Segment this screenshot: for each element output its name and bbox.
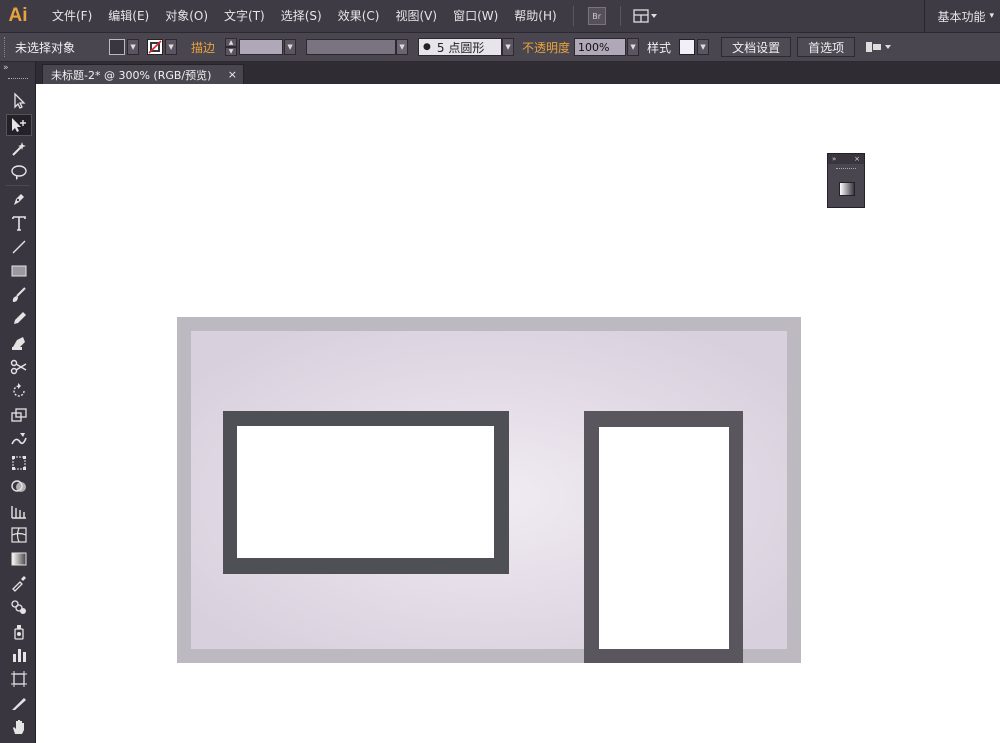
tools-panel: » bbox=[0, 62, 36, 743]
panel-close-icon[interactable]: × bbox=[854, 154, 860, 164]
pencil-tool-icon[interactable] bbox=[6, 308, 32, 330]
document-setup-button[interactable]: 文档设置 bbox=[721, 37, 792, 57]
stroke-weight-stepper[interactable]: ▲ ▼ bbox=[225, 38, 238, 56]
brush-dot-icon: ● bbox=[423, 42, 431, 52]
scale-tool-icon[interactable] bbox=[6, 404, 32, 426]
stroke-color-swatch[interactable]: ▼ bbox=[147, 39, 178, 55]
gradient-tool-icon[interactable] bbox=[6, 548, 32, 570]
free-transform-tool-icon[interactable] bbox=[6, 452, 32, 474]
graphic-style-swatch[interactable] bbox=[679, 39, 696, 55]
floating-gradient-panel[interactable]: » × bbox=[827, 153, 865, 208]
panel-grip bbox=[836, 168, 856, 170]
brush-definition-field[interactable]: ● 5 点圆形 bbox=[418, 38, 503, 56]
stroke-weight-field[interactable] bbox=[239, 39, 284, 55]
arrange-panels-button[interactable] bbox=[865, 40, 893, 54]
fill-dropdown-arrow[interactable]: ▼ bbox=[127, 39, 140, 55]
menu-file[interactable]: 文件(F) bbox=[44, 0, 100, 32]
blob-brush-tool-icon[interactable] bbox=[6, 332, 32, 354]
direct-selection-tool-icon[interactable] bbox=[6, 114, 32, 136]
magic-wand-tool-icon[interactable] bbox=[6, 138, 32, 160]
eyedropper-tool-icon[interactable] bbox=[6, 572, 32, 594]
menu-divider bbox=[619, 6, 621, 26]
selection-status: 未选择对象 bbox=[15, 40, 76, 55]
menu-bar: Ai 文件(F) 编辑(E) 对象(O) 文字(T) 选择(S) 效果(C) 视… bbox=[0, 0, 1000, 32]
menu-type[interactable]: 文字(T) bbox=[216, 0, 273, 32]
document-tab-bar: 未标题-2* @ 300% (RGB/预览) × bbox=[0, 62, 1000, 84]
bridge-icon-label: Br bbox=[592, 11, 602, 21]
preferences-label: 首选项 bbox=[808, 40, 845, 55]
stepper-down-icon[interactable]: ▼ bbox=[225, 47, 238, 56]
panel-expand-icon[interactable]: » bbox=[832, 154, 836, 164]
rotate-tool-icon[interactable] bbox=[6, 380, 32, 402]
fill-swatch-box bbox=[109, 39, 126, 55]
tools-divider bbox=[6, 185, 30, 186]
type-tool-icon[interactable] bbox=[6, 212, 32, 234]
graphic-style-dropdown[interactable]: ▼ bbox=[697, 39, 710, 55]
opacity-field[interactable]: 100% bbox=[574, 38, 627, 56]
menu-view[interactable]: 视图(V) bbox=[387, 0, 445, 32]
paintbrush-tool-icon[interactable] bbox=[6, 284, 32, 306]
app-logo: Ai bbox=[8, 5, 28, 26]
warp-tool-icon[interactable] bbox=[6, 428, 32, 450]
opacity-label[interactable]: 不透明度 bbox=[522, 39, 570, 56]
align-panel-icon bbox=[866, 42, 892, 52]
stroke-dropdown-arrow[interactable]: ▼ bbox=[165, 39, 178, 55]
mesh-tool-icon[interactable] bbox=[6, 524, 32, 546]
scissors-tool-icon[interactable] bbox=[6, 356, 32, 378]
menu-items: 文件(F) 编辑(E) 对象(O) 文字(T) 选择(S) 效果(C) 视图(V… bbox=[44, 0, 565, 32]
slice-tool-icon[interactable] bbox=[6, 692, 32, 714]
tools-grip bbox=[8, 78, 28, 79]
brush-dropdown[interactable]: ▼ bbox=[502, 38, 515, 56]
workspace-arrow: ▾ bbox=[989, 11, 994, 21]
stroke-label[interactable]: 描边 bbox=[191, 39, 215, 56]
stroke-weight-dropdown[interactable]: ▼ bbox=[284, 39, 297, 55]
menu-effect[interactable]: 效果(C) bbox=[330, 0, 388, 32]
blend-tool-icon[interactable] bbox=[6, 596, 32, 618]
gradient-panel-icon[interactable] bbox=[839, 182, 855, 196]
arrange-documents-button[interactable] bbox=[633, 9, 659, 23]
preferences-button[interactable]: 首选项 bbox=[797, 37, 856, 57]
line-segment-tool-icon[interactable] bbox=[6, 236, 32, 258]
menu-divider bbox=[572, 6, 574, 26]
arrange-documents-icon bbox=[633, 9, 657, 23]
menu-help[interactable]: 帮助(H) bbox=[506, 0, 564, 32]
left-window-pane[interactable] bbox=[237, 426, 494, 558]
symbol-sprayer-tool-icon[interactable] bbox=[6, 620, 32, 642]
document-setup-label: 文档设置 bbox=[732, 40, 781, 55]
lasso-tool-icon[interactable] bbox=[6, 162, 32, 184]
perspective-grid-tool-icon[interactable] bbox=[6, 500, 32, 522]
workspace-label: 基本功能 bbox=[937, 9, 986, 24]
floating-panel-header: » × bbox=[828, 154, 864, 164]
brush-value: 5 点圆形 bbox=[436, 40, 485, 55]
tools-collapse-icon[interactable]: » bbox=[3, 62, 9, 74]
close-tab-icon[interactable]: × bbox=[228, 68, 237, 81]
fill-color-swatch[interactable]: ▼ bbox=[109, 39, 140, 55]
menu-window[interactable]: 窗口(W) bbox=[445, 0, 506, 32]
menu-select[interactable]: 选择(S) bbox=[273, 0, 330, 32]
variable-width-profile[interactable] bbox=[306, 39, 397, 55]
variable-width-dropdown[interactable]: ▼ bbox=[396, 39, 409, 55]
control-bar-grip bbox=[4, 37, 7, 57]
menu-edit[interactable]: 编辑(E) bbox=[100, 0, 157, 32]
rectangle-tool-icon[interactable] bbox=[6, 260, 32, 282]
selection-tool-icon[interactable] bbox=[6, 90, 32, 112]
control-bar: 未选择对象 ▼ ▼ 描边 ▲ ▼ ▼ ▼ ● 5 点圆形 ▼ 不透明度 100%… bbox=[0, 32, 1000, 62]
hand-tool-icon[interactable] bbox=[6, 716, 32, 738]
column-graph-tool-icon[interactable] bbox=[6, 644, 32, 666]
menu-object[interactable]: 对象(O) bbox=[157, 0, 216, 32]
artboard-tool-icon[interactable] bbox=[6, 668, 32, 690]
document-tab[interactable]: 未标题-2* @ 300% (RGB/预览) × bbox=[42, 64, 244, 84]
document-tab-title: 未标题-2* @ 300% (RGB/预览) bbox=[51, 68, 212, 82]
stepper-up-icon[interactable]: ▲ bbox=[225, 38, 238, 47]
shape-builder-tool-icon[interactable] bbox=[6, 476, 32, 498]
opacity-dropdown[interactable]: ▼ bbox=[627, 38, 640, 56]
bridge-button[interactable]: Br bbox=[587, 7, 606, 25]
workspace-switcher[interactable]: 基本功能 ▾ bbox=[924, 0, 1000, 32]
right-door-pane[interactable] bbox=[599, 427, 729, 649]
style-label: 样式 bbox=[647, 40, 672, 55]
opacity-value: 100% bbox=[578, 40, 610, 54]
pen-tool-icon[interactable] bbox=[6, 188, 32, 210]
none-stroke-icon bbox=[147, 39, 164, 55]
